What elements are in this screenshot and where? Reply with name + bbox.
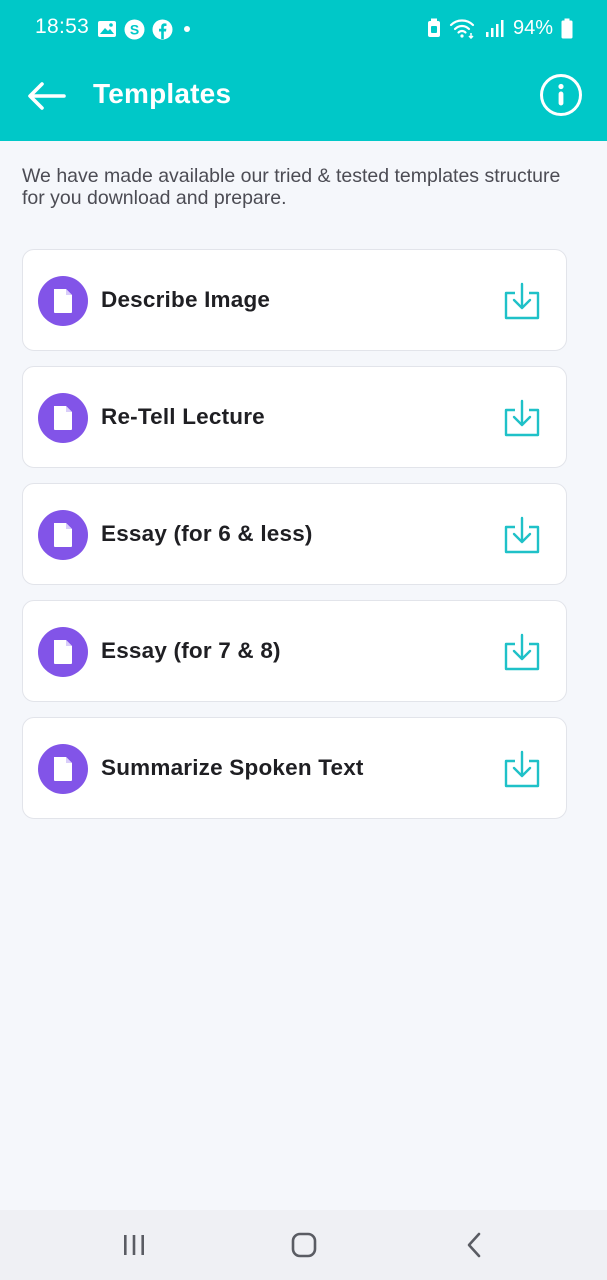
- dot-icon: [184, 26, 190, 32]
- template-card-describe-image[interactable]: Describe Image: [22, 249, 567, 351]
- template-card-essay-6-less[interactable]: Essay (for 6 & less): [22, 483, 567, 585]
- download-button[interactable]: [500, 631, 544, 673]
- document-icon: [38, 393, 88, 443]
- templates-screen: 18:53 S 94% Templates We have made avail…: [0, 0, 607, 1280]
- battery-saver-icon: [427, 18, 440, 37]
- notification-icons: S: [97, 17, 194, 41]
- download-icon: [504, 750, 540, 788]
- svg-text:S: S: [130, 21, 139, 37]
- template-card-essay-7-8[interactable]: Essay (for 7 & 8): [22, 600, 567, 702]
- template-label: Essay (for 6 & less): [101, 521, 313, 546]
- download-icon: [504, 633, 540, 671]
- arrow-left-icon: [28, 82, 66, 110]
- recent-apps-icon: [124, 1235, 144, 1255]
- document-icon: [38, 276, 88, 326]
- home-button[interactable]: [284, 1226, 324, 1264]
- intro-text: We have made available our tried & teste…: [22, 165, 561, 209]
- download-icon: [504, 282, 540, 320]
- template-card-re-tell-lecture[interactable]: Re-Tell Lecture: [22, 366, 567, 468]
- template-label: Re-Tell Lecture: [101, 404, 265, 429]
- download-button[interactable]: [500, 280, 544, 322]
- info-circle-icon: [540, 74, 582, 116]
- status-time: 18:53: [35, 15, 90, 38]
- document-icon: [38, 627, 88, 677]
- download-icon: [504, 399, 540, 437]
- battery-percentage: 94%: [512, 16, 553, 39]
- battery-icon: [561, 18, 573, 38]
- system-status: 94%: [427, 15, 573, 41]
- document-icon: [38, 744, 88, 794]
- skype-icon: S: [124, 19, 145, 39]
- document-icon: [38, 510, 88, 560]
- info-button[interactable]: [539, 73, 583, 117]
- download-icon: [504, 516, 540, 554]
- nav-back-button[interactable]: [454, 1226, 494, 1264]
- status-bar: 18:53 S 94%: [0, 0, 607, 58]
- template-label: Describe Image: [101, 287, 271, 312]
- wifi-icon: [449, 19, 475, 39]
- gallery-icon: [98, 21, 116, 37]
- facebook-icon: [152, 19, 173, 39]
- header: 18:53 S 94% Templates: [0, 0, 607, 141]
- back-icon: [467, 1232, 481, 1258]
- home-icon: [291, 1232, 317, 1258]
- back-button[interactable]: [22, 74, 70, 118]
- system-nav-bar: [0, 1210, 607, 1280]
- download-button[interactable]: [500, 514, 544, 556]
- template-card-summarize-spoken-text[interactable]: Summarize Spoken Text: [22, 717, 567, 819]
- app-bar: Templates: [0, 58, 607, 141]
- page-title: Templates: [93, 78, 232, 109]
- template-label: Essay (for 7 & 8): [101, 638, 281, 663]
- signal-icon: [485, 20, 504, 37]
- download-button[interactable]: [500, 397, 544, 439]
- template-list: Describe Image Re-Tell Lecture Essay (fo…: [22, 249, 567, 834]
- template-label: Summarize Spoken Text: [101, 755, 364, 780]
- download-button[interactable]: [500, 748, 544, 790]
- recent-apps-button[interactable]: [114, 1226, 154, 1264]
